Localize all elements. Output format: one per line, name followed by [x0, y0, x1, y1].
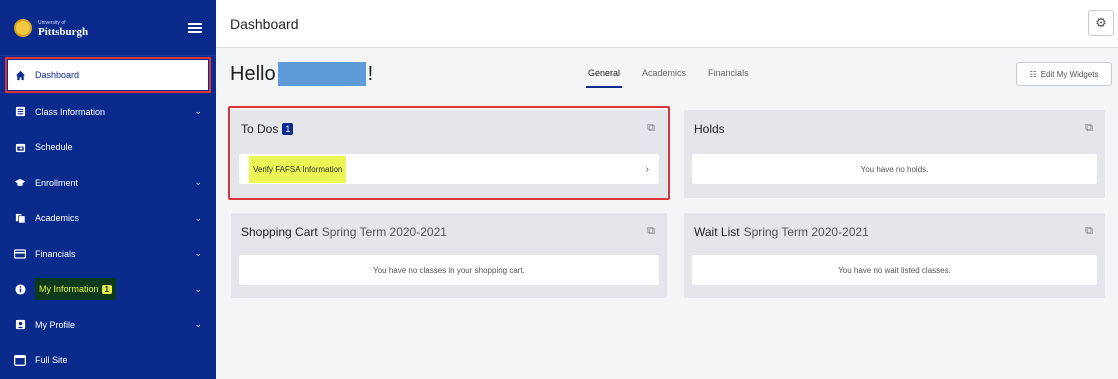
sidebar-item-dashboard[interactable]: Dashboard [5, 57, 211, 93]
chevron-down-icon: ⌄ [194, 177, 202, 188]
settings-button[interactable]: ⚙ [1088, 10, 1114, 36]
sidebar-item-label: Enrollment [35, 177, 79, 188]
profile-card-icon [14, 319, 26, 331]
sidebar-item-financials[interactable]: Financials ⌄ [0, 236, 216, 272]
sidebar-item-label: Financials [35, 248, 76, 259]
chevron-down-icon: ⌄ [194, 248, 202, 259]
sidebar-item-enrollment[interactable]: Enrollment ⌄ [0, 165, 216, 201]
sidebar-item-label: Schedule [35, 142, 73, 153]
sidebar-item-label: My Profile [35, 319, 76, 330]
todos-annotation-outline [228, 106, 670, 200]
info-icon [14, 283, 26, 295]
redacted-name [277, 62, 366, 86]
sidebar-item-my-information[interactable]: My Information 1 ⌄ [0, 272, 216, 308]
notification-badge: 1 [101, 284, 112, 294]
sidebar-item-label: Full Site [35, 355, 68, 366]
university-seal-icon [14, 18, 32, 37]
sidebar-item-academics[interactable]: Academics ⌄ [0, 201, 216, 237]
card-title: Holds [694, 122, 725, 136]
university-logo[interactable]: University of Pittsburgh [38, 19, 88, 38]
chevron-down-icon: ⌄ [194, 212, 202, 223]
greeting: Hello ! [230, 62, 374, 86]
chevron-down-icon: ⌄ [194, 283, 202, 294]
sidebar-item-label: Academics [35, 213, 80, 224]
main-content: Hello ! General Academics Financials ☷ E… [216, 48, 1118, 379]
tab-general[interactable]: General [586, 68, 623, 88]
sidebar-item-label: Class Information [35, 106, 106, 117]
chevron-down-icon: ⌄ [194, 106, 202, 117]
credit-card-icon [14, 248, 26, 260]
sidebar-item-label: Dashboard [35, 70, 80, 80]
my-information-highlight: My Information 1 [35, 278, 116, 301]
top-bar: Dashboard ⚙ [216, 0, 1118, 48]
holds-card: Holds ⧉ You have no holds. [684, 110, 1105, 198]
sidebar-item-my-profile[interactable]: My Profile ⌄ [0, 307, 216, 343]
edit-widgets-button[interactable]: ☷ Edit My Widgets [1016, 62, 1112, 86]
open-external-icon[interactable]: ⧉ [647, 225, 655, 238]
sidebar-item-schedule[interactable]: Schedule [0, 130, 216, 166]
sidebar-item-class-information[interactable]: Class Information ⌄ [0, 94, 216, 130]
books-icon [14, 212, 26, 224]
sidebar-nav: Dashboard Class Information ⌄ Schedule E… [0, 57, 216, 379]
graduation-cap-icon [14, 177, 26, 189]
card-title: Wait List Spring Term 2020-2021 [694, 225, 869, 239]
list-icon [14, 106, 26, 118]
dashboard-tabs: General Academics Financials [586, 68, 751, 88]
waitlist-empty-message: You have no wait listed classes. [692, 255, 1097, 285]
shopping-cart-card: Shopping Cart Spring Term 2020-2021 ⧉ Yo… [231, 213, 667, 298]
open-external-icon[interactable]: ⧉ [1085, 122, 1093, 135]
external-window-icon [14, 354, 26, 366]
sidebar-item-label: My Information [39, 284, 99, 295]
gear-icon: ⚙ [1095, 15, 1107, 30]
card-title: Shopping Cart Spring Term 2020-2021 [241, 225, 447, 239]
chevron-down-icon: ⌄ [194, 319, 202, 330]
sidebar: University of Pittsburgh Dashboard Class… [0, 0, 216, 379]
logo-bar: University of Pittsburgh [0, 0, 216, 56]
sliders-icon: ☷ [1029, 69, 1037, 79]
cart-empty-message: You have no classes in your shopping car… [239, 255, 659, 285]
open-external-icon[interactable]: ⧉ [1085, 225, 1093, 238]
home-icon [14, 69, 26, 81]
page-title: Dashboard [230, 15, 299, 32]
wait-list-card: Wait List Spring Term 2020-2021 ⧉ You ha… [684, 213, 1105, 298]
tab-academics[interactable]: Academics [640, 68, 688, 88]
holds-empty-message: You have no holds. [692, 154, 1097, 184]
tab-financials[interactable]: Financials [706, 68, 751, 88]
menu-toggle-icon[interactable] [188, 22, 202, 33]
sidebar-item-full-site[interactable]: Full Site [0, 343, 216, 379]
calendar-icon [14, 141, 26, 153]
